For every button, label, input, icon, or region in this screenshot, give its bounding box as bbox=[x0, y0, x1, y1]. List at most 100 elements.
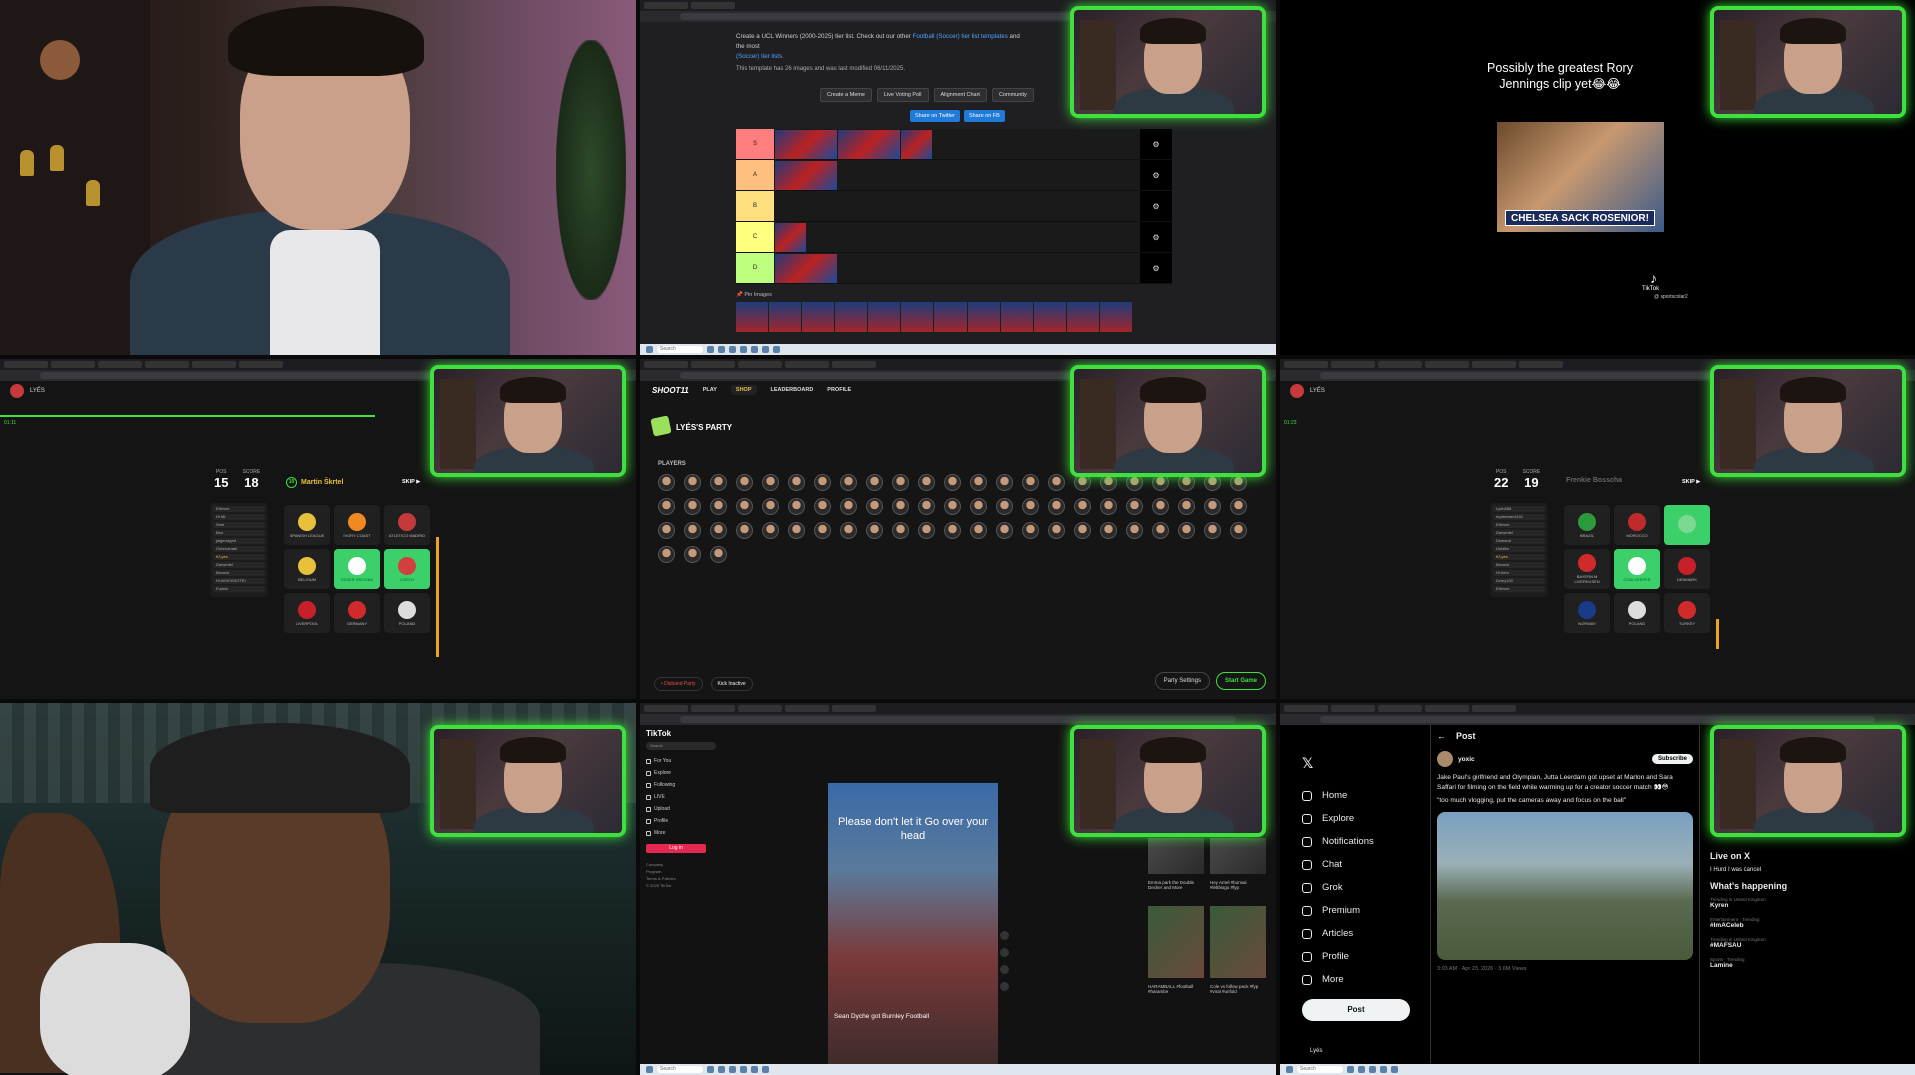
nav-shop[interactable]: SHOP bbox=[730, 385, 757, 395]
player-avatar[interactable] bbox=[866, 474, 883, 491]
trend-item[interactable]: Entertainment · Trending #ImACeleb bbox=[1710, 917, 1860, 929]
video-thumb[interactable] bbox=[1210, 906, 1266, 978]
create-meme-button[interactable]: Create a Meme bbox=[820, 88, 872, 102]
player-avatar[interactable] bbox=[1100, 522, 1117, 539]
tier-image[interactable] bbox=[775, 130, 837, 159]
player-avatar[interactable] bbox=[1048, 498, 1065, 515]
player-avatar[interactable] bbox=[970, 498, 987, 515]
search-input[interactable]: Search bbox=[646, 742, 716, 750]
gear-icon[interactable]: ⚙ bbox=[1140, 191, 1172, 221]
player-avatar[interactable] bbox=[970, 474, 987, 491]
nav-for-you[interactable]: For You bbox=[646, 758, 716, 764]
like-icon[interactable] bbox=[1000, 931, 1009, 940]
pool-image[interactable] bbox=[868, 302, 901, 332]
pool-image[interactable] bbox=[901, 302, 934, 332]
pool-image[interactable] bbox=[967, 302, 1000, 332]
pool-image[interactable] bbox=[835, 302, 868, 332]
post-button[interactable]: Post bbox=[1302, 999, 1410, 1021]
gear-icon[interactable]: ⚙ bbox=[1140, 160, 1172, 190]
nav-profile[interactable]: Profile bbox=[646, 818, 716, 824]
nav-explore[interactable]: Explore bbox=[646, 770, 716, 776]
live-voting-button[interactable]: Live Voting Poll bbox=[876, 88, 929, 102]
tier-label[interactable]: C bbox=[736, 222, 774, 252]
player-avatar[interactable] bbox=[788, 522, 805, 539]
player-avatar[interactable] bbox=[944, 522, 961, 539]
player-avatar[interactable] bbox=[1048, 522, 1065, 539]
answer-card[interactable]: ATLETICO MADRID bbox=[384, 505, 430, 545]
back-arrow-icon[interactable]: ← bbox=[1437, 731, 1446, 741]
author-name[interactable]: yoxic bbox=[1458, 756, 1475, 763]
player-avatar[interactable] bbox=[1048, 474, 1065, 491]
player-avatar[interactable] bbox=[892, 522, 909, 539]
tiktok-logo[interactable]: TikTok bbox=[646, 729, 716, 738]
answer-card[interactable]: BAYERN M LIVERKUSEN bbox=[1564, 549, 1610, 589]
share-icon[interactable] bbox=[1000, 982, 1009, 991]
tier-label[interactable]: S bbox=[736, 129, 774, 159]
pool-image[interactable] bbox=[1000, 302, 1033, 332]
nav-home[interactable]: Home bbox=[1302, 784, 1422, 807]
answer-card[interactable]: BELGIUM bbox=[284, 549, 330, 589]
community-button[interactable]: Community bbox=[991, 88, 1034, 102]
answer-card[interactable]: POLAND bbox=[1614, 593, 1660, 633]
player-avatar[interactable] bbox=[710, 546, 727, 563]
nav-more[interactable]: More bbox=[646, 830, 716, 836]
pool-image[interactable] bbox=[1033, 302, 1066, 332]
nav-premium[interactable]: Premium bbox=[1302, 899, 1422, 922]
player-avatar[interactable] bbox=[1230, 522, 1247, 539]
avatar[interactable] bbox=[1437, 751, 1453, 767]
start-game-button[interactable]: Start Game bbox=[1215, 672, 1266, 690]
player-avatar[interactable] bbox=[1152, 522, 1169, 539]
post-image[interactable] bbox=[1437, 811, 1693, 960]
trend-item[interactable]: Trending in United Kingdom #MAFSAU bbox=[1710, 937, 1860, 949]
player-avatar[interactable] bbox=[814, 522, 831, 539]
player-avatar[interactable] bbox=[814, 474, 831, 491]
tier-image[interactable] bbox=[901, 130, 932, 159]
share-fb-button[interactable]: Share on FB bbox=[963, 110, 1005, 122]
answer-card[interactable]: GOALKEEPER bbox=[1614, 549, 1660, 589]
player-avatar[interactable] bbox=[1204, 498, 1221, 515]
player-avatar[interactable] bbox=[866, 522, 883, 539]
player-avatar[interactable] bbox=[658, 474, 675, 491]
tier-image[interactable] bbox=[775, 161, 837, 190]
pin-images-label[interactable]: 📌 Pin Images bbox=[736, 292, 772, 298]
tier-label[interactable]: A bbox=[736, 160, 774, 190]
nav-profile[interactable]: PROFILE bbox=[827, 387, 851, 393]
player-avatar[interactable] bbox=[970, 522, 987, 539]
disband-party-button[interactable]: • Disband Party bbox=[654, 677, 703, 691]
player-avatar[interactable] bbox=[684, 498, 701, 515]
player-avatar[interactable] bbox=[1126, 498, 1143, 515]
player-avatar[interactable] bbox=[1126, 522, 1143, 539]
nav-following[interactable]: Following bbox=[646, 782, 716, 788]
player-avatar[interactable] bbox=[1022, 522, 1039, 539]
share-twitter-button[interactable]: Share on Twitter bbox=[910, 110, 960, 122]
gear-icon[interactable]: ⚙ bbox=[1140, 129, 1172, 159]
player-avatar[interactable] bbox=[658, 546, 675, 563]
player-avatar[interactable] bbox=[1152, 498, 1169, 515]
comment-icon[interactable] bbox=[1000, 948, 1009, 957]
answer-card[interactable]: POLAND bbox=[384, 593, 430, 633]
player-avatar[interactable] bbox=[840, 498, 857, 515]
player-avatar[interactable] bbox=[1022, 498, 1039, 515]
player-avatar[interactable] bbox=[1230, 498, 1247, 515]
player-avatar[interactable] bbox=[892, 474, 909, 491]
player-avatar[interactable] bbox=[710, 522, 727, 539]
answer-card[interactable]: DIDIER DROGBA bbox=[334, 549, 380, 589]
player-avatar[interactable] bbox=[658, 522, 675, 539]
trend-item[interactable]: Sports · Trending Lamine bbox=[1710, 957, 1860, 969]
player-avatar[interactable] bbox=[658, 498, 675, 515]
player-avatar[interactable] bbox=[1074, 498, 1091, 515]
nav-grok[interactable]: Grok bbox=[1302, 876, 1422, 899]
x-logo-icon[interactable]: 𝕏 bbox=[1302, 755, 1422, 772]
player-avatar[interactable] bbox=[762, 474, 779, 491]
nav-chat[interactable]: Chat bbox=[1302, 853, 1422, 876]
nav-more[interactable]: More bbox=[1302, 968, 1422, 991]
player-avatar[interactable] bbox=[996, 474, 1013, 491]
player-avatar[interactable] bbox=[684, 522, 701, 539]
player-avatar[interactable] bbox=[788, 474, 805, 491]
player-avatar[interactable] bbox=[1074, 522, 1091, 539]
player-avatar[interactable] bbox=[710, 498, 727, 515]
nav-play[interactable]: PLAY bbox=[703, 387, 717, 393]
tier-label[interactable]: B bbox=[736, 191, 774, 221]
player-avatar[interactable] bbox=[918, 522, 935, 539]
answer-card[interactable]: CZECH bbox=[384, 549, 430, 589]
